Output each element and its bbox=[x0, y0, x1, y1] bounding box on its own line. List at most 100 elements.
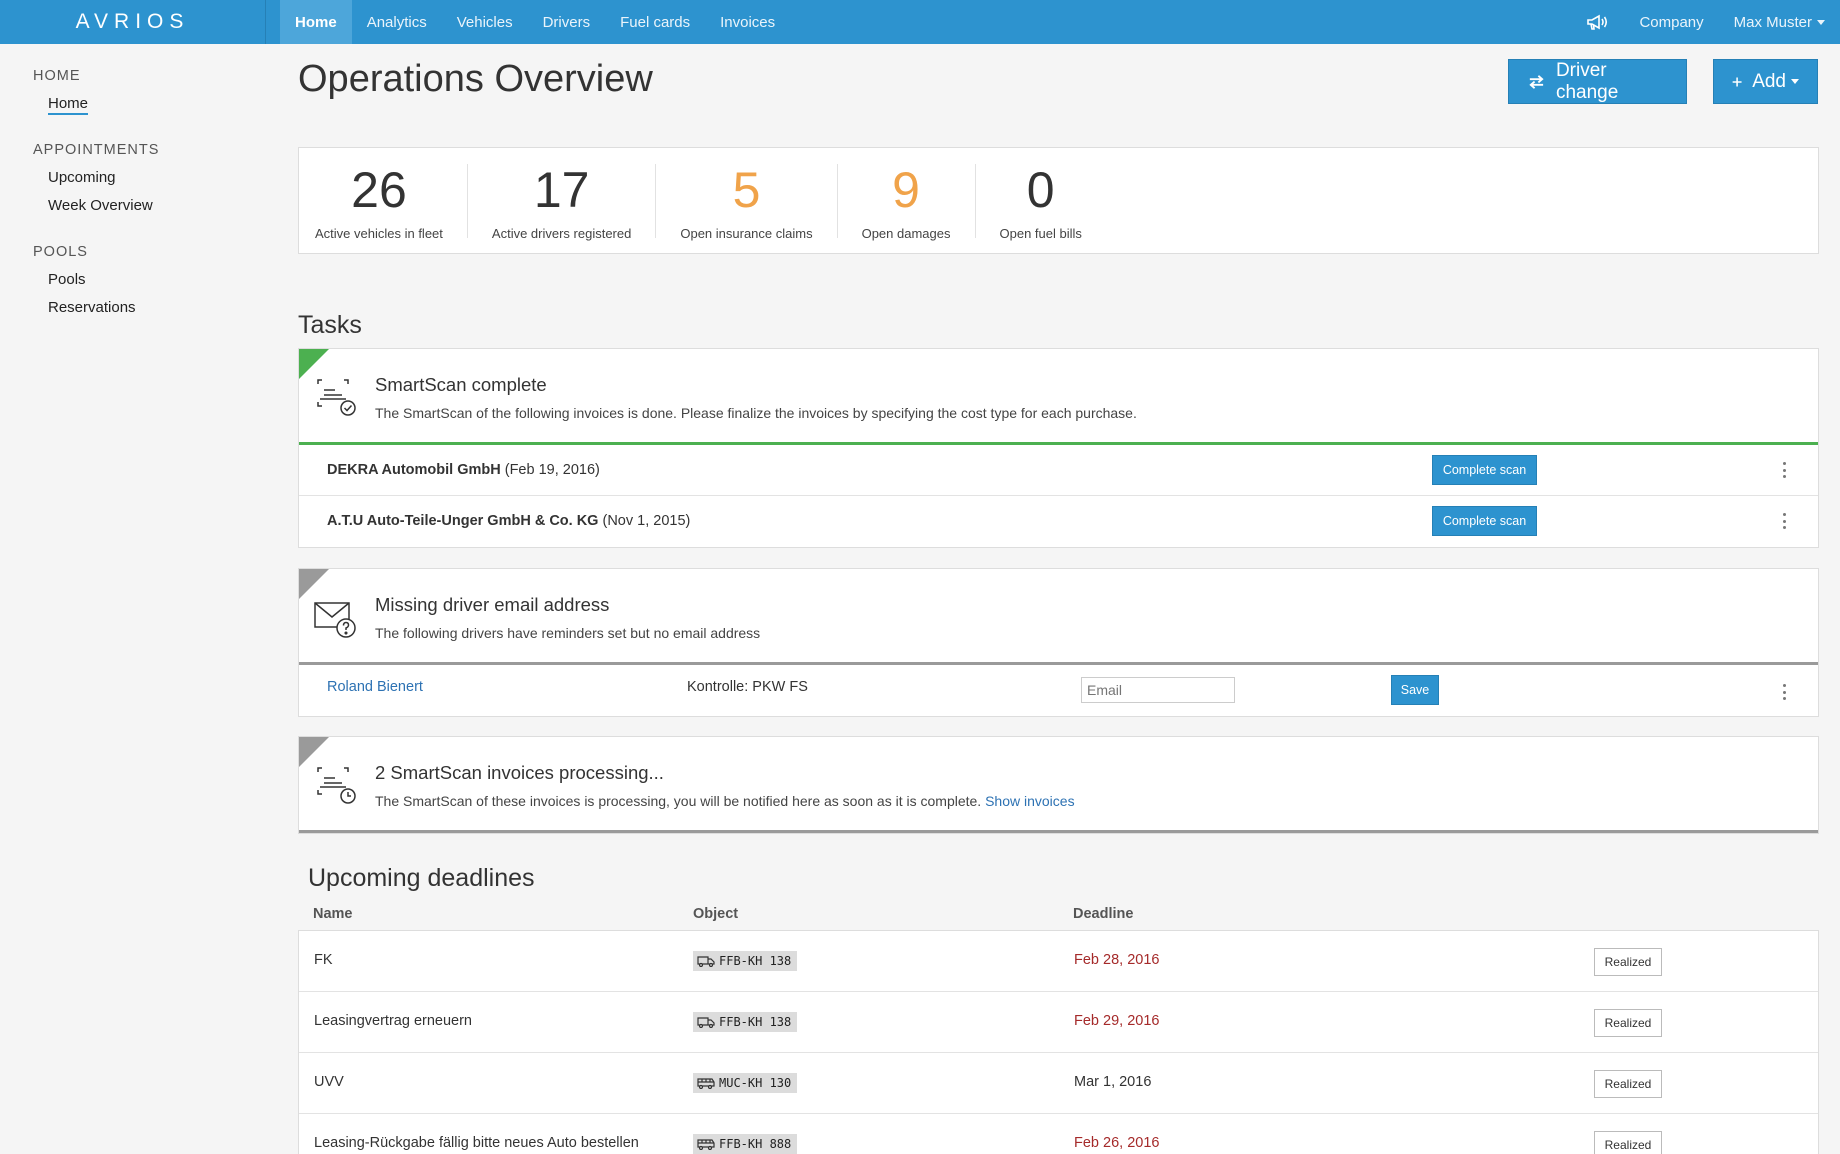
stat-label: Active drivers registered bbox=[491, 225, 632, 241]
sidebar-item-week-overview[interactable]: Week Overview bbox=[0, 192, 266, 220]
megaphone-icon[interactable] bbox=[1570, 0, 1624, 44]
page-title: Operations Overview bbox=[298, 58, 653, 100]
deadline-date: Feb 26, 2016 bbox=[1074, 1135, 1160, 1151]
nav-vehicles[interactable]: Vehicles bbox=[442, 0, 528, 44]
task-description: The SmartScan of the following invoices … bbox=[375, 405, 1137, 421]
nav-company[interactable]: Company bbox=[1624, 0, 1718, 44]
table-row: Leasing-Rückgabe fällig bitte neues Auto… bbox=[299, 1114, 1818, 1154]
column-header-object[interactable]: Object bbox=[693, 906, 738, 922]
nav-invoices[interactable]: Invoices bbox=[705, 0, 790, 44]
task-title: 2 SmartScan invoices processing... bbox=[375, 762, 664, 783]
chevron-down-icon bbox=[1817, 19, 1825, 25]
sidebar-item-pools[interactable]: Pools bbox=[0, 266, 266, 294]
sidebar-item-home[interactable]: Home bbox=[0, 90, 266, 118]
main-nav: Home Analytics Vehicles Drivers Fuel car… bbox=[280, 0, 790, 44]
stat-insurance-claims[interactable]: 5 Open insurance claims bbox=[656, 161, 838, 241]
nav-right: Company Max Muster bbox=[1570, 0, 1840, 44]
sidebar-heading: APPOINTMENTS bbox=[33, 142, 160, 158]
stats-panel: 26 Active vehicles in fleet 17 Active dr… bbox=[298, 147, 1819, 254]
stat-value: 0 bbox=[1026, 161, 1055, 218]
add-button[interactable]: Add bbox=[1713, 59, 1818, 104]
sidebar: HOME Home APPOINTMENTS Upcoming Week Ove… bbox=[0, 44, 266, 322]
brand-logo[interactable]: AVRIOS bbox=[0, 0, 266, 44]
column-header-deadline[interactable]: Deadline bbox=[1073, 906, 1133, 922]
sidebar-item-label: Home bbox=[48, 95, 89, 115]
processing-text: The SmartScan of these invoices is proce… bbox=[375, 793, 986, 809]
nav-drivers[interactable]: Drivers bbox=[528, 0, 606, 44]
scan-clock-icon bbox=[317, 767, 356, 804]
stat-value: 5 bbox=[732, 161, 761, 218]
brand-name: AVRIOS bbox=[75, 10, 190, 33]
deadline-name: FK bbox=[314, 952, 333, 968]
stat-active-drivers[interactable]: 17 Active drivers registered bbox=[468, 161, 657, 241]
plate-number: FFB-KH 138 bbox=[719, 1015, 792, 1029]
plate-number: MUC-KH 130 bbox=[719, 1076, 792, 1090]
nav-analytics[interactable]: Analytics bbox=[352, 0, 442, 44]
stat-label: Active vehicles in fleet bbox=[315, 225, 443, 241]
stat-value: 17 bbox=[533, 161, 590, 218]
realized-button[interactable]: Realized bbox=[1594, 1131, 1662, 1154]
reminder-text: Kontrolle: PKW FS bbox=[687, 679, 808, 695]
email-field[interactable] bbox=[1081, 677, 1235, 703]
driver-change-label: Driver change bbox=[1555, 59, 1619, 103]
complete-scan-button[interactable]: Complete scan bbox=[1432, 506, 1537, 536]
save-button[interactable]: Save bbox=[1391, 675, 1439, 705]
user-menu[interactable]: Max Muster bbox=[1719, 0, 1840, 44]
truck-icon bbox=[697, 956, 715, 967]
deadline-date: Feb 28, 2016 bbox=[1074, 952, 1160, 968]
nav-fuel-cards[interactable]: Fuel cards bbox=[605, 0, 705, 44]
task-title: SmartScan complete bbox=[375, 374, 547, 395]
realized-button[interactable]: Realized bbox=[1594, 1070, 1662, 1098]
top-navbar: AVRIOS Home Analytics Vehicles Drivers F… bbox=[0, 0, 1840, 44]
list-item: A.T.U Auto-Teile-Unger GmbH & Co. KG (No… bbox=[299, 496, 1818, 547]
stat-open-damages[interactable]: 9 Open damages bbox=[838, 161, 976, 241]
column-header-name[interactable]: Name bbox=[313, 906, 353, 922]
task-smartscan-processing: 2 SmartScan invoices processing... The S… bbox=[298, 736, 1819, 834]
deadlines-table: FK FFB-KH 138 Feb 28, 2016 Realized Leas… bbox=[298, 930, 1819, 1154]
vehicle-plate[interactable]: FFB-KH 138 bbox=[693, 951, 798, 971]
invoice-entry: A.T.U Auto-Teile-Unger GmbH & Co. KG (No… bbox=[327, 513, 690, 529]
realized-button[interactable]: Realized bbox=[1594, 1009, 1662, 1037]
more-options-icon[interactable] bbox=[1780, 684, 1788, 700]
sidebar-group-home: HOME Home bbox=[0, 68, 266, 118]
bus-icon bbox=[697, 1078, 715, 1089]
table-row: UVV MUC-KH 130 Mar 1, 2016 Realized bbox=[299, 1053, 1818, 1114]
task-missing-email: Missing driver email address The followi… bbox=[298, 568, 1819, 717]
list-item: Roland Bienert Kontrolle: PKW FS Save bbox=[299, 665, 1818, 716]
nav-home[interactable]: Home bbox=[280, 0, 352, 44]
vehicle-plate[interactable]: MUC-KH 130 bbox=[693, 1073, 798, 1093]
stat-value: 9 bbox=[892, 161, 920, 218]
deadline-name: UVV bbox=[314, 1074, 344, 1090]
plus-icon bbox=[1732, 77, 1742, 86]
list-item: DEKRA Automobil GmbH (Feb 19, 2016) Comp… bbox=[299, 445, 1818, 496]
sidebar-group-pools: POOLS Pools Reservations bbox=[0, 244, 266, 322]
vehicle-plate[interactable]: FFB-KH 138 bbox=[693, 1012, 798, 1032]
driver-link[interactable]: Roland Bienert bbox=[327, 679, 423, 695]
realized-button[interactable]: Realized bbox=[1594, 948, 1662, 976]
task-header: SmartScan complete The SmartScan of the … bbox=[299, 349, 1818, 445]
invoice-date: (Nov 1, 2015) bbox=[598, 513, 691, 529]
sidebar-item-upcoming[interactable]: Upcoming bbox=[0, 164, 266, 192]
scan-complete-icon bbox=[317, 379, 356, 416]
complete-scan-button[interactable]: Complete scan bbox=[1432, 455, 1537, 485]
table-row: Leasingvertrag erneuern FFB-KH 138 Feb 2… bbox=[299, 992, 1818, 1053]
mail-question-icon bbox=[314, 602, 356, 638]
more-options-icon[interactable] bbox=[1780, 462, 1788, 478]
task-header: Missing driver email address The followi… bbox=[299, 569, 1818, 665]
stat-active-vehicles[interactable]: 26 Active vehicles in fleet bbox=[315, 161, 468, 241]
more-options-icon[interactable] bbox=[1780, 513, 1788, 529]
stat-open-fuel-bills[interactable]: 0 Open fuel bills bbox=[976, 161, 1106, 241]
show-invoices-link[interactable]: Show invoices bbox=[985, 793, 1075, 809]
deadlines-heading: Upcoming deadlines bbox=[308, 864, 535, 892]
plate-number: FFB-KH 888 bbox=[719, 1137, 792, 1151]
sidebar-item-reservations[interactable]: Reservations bbox=[0, 294, 266, 322]
stat-value: 26 bbox=[351, 161, 407, 218]
deadline-date: Feb 29, 2016 bbox=[1074, 1013, 1160, 1029]
driver-change-button[interactable]: Driver change bbox=[1508, 59, 1687, 104]
invoice-entry: DEKRA Automobil GmbH (Feb 19, 2016) bbox=[327, 462, 600, 478]
tasks-heading: Tasks bbox=[298, 311, 362, 339]
swap-icon bbox=[1529, 74, 1544, 89]
deadlines-table-header: Name Object Deadline bbox=[298, 902, 1819, 932]
task-smartscan-complete: SmartScan complete The SmartScan of the … bbox=[298, 348, 1819, 548]
vehicle-plate[interactable]: FFB-KH 888 bbox=[693, 1134, 798, 1154]
